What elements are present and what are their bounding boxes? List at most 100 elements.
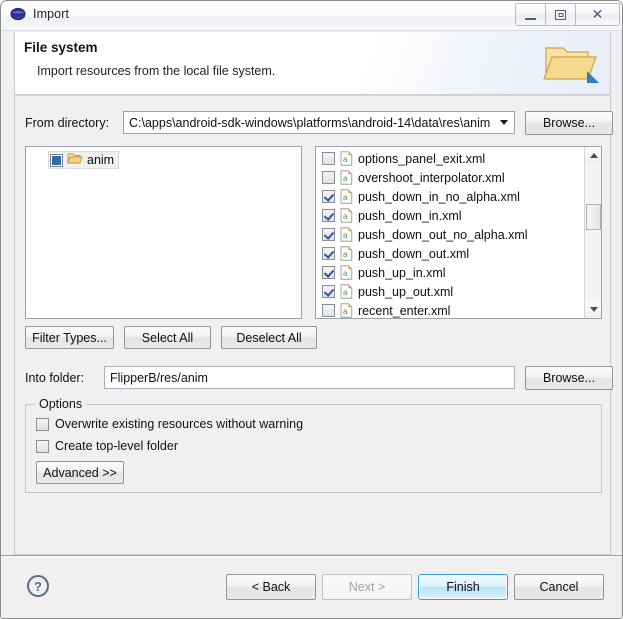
close-icon: ✕: [591, 6, 604, 23]
file-list-item[interactable]: a push_down_out_no_alpha.xml: [322, 225, 584, 244]
from-directory-row: From directory: C:\apps\android-sdk-wind…: [25, 111, 613, 135]
into-folder-input[interactable]: FlipperB/res/anim: [104, 366, 515, 389]
file-checkbox[interactable]: [322, 304, 335, 317]
dialog-footer: ? < Back Next > Finish Cancel: [1, 556, 622, 618]
file-list-scrollbar[interactable]: [584, 147, 601, 318]
overwrite-label: Overwrite existing resources without war…: [55, 417, 304, 431]
file-name-label: overshoot_interpolator.xml: [358, 170, 505, 185]
file-list-item[interactable]: a overshoot_interpolator.xml: [322, 168, 584, 187]
scroll-up-button[interactable]: [585, 147, 601, 164]
file-list-item[interactable]: a push_up_out.xml: [322, 282, 584, 301]
browse-directory-button[interactable]: Browse...: [525, 111, 613, 135]
svg-text:a: a: [343, 212, 348, 221]
file-list-item[interactable]: a options_panel_exit.xml: [322, 149, 584, 168]
title-bar: Import ✕: [1, 1, 622, 31]
file-name-label: recent_enter.xml: [358, 303, 451, 318]
create-top-level-label: Create top-level folder: [55, 439, 178, 453]
help-icon[interactable]: ?: [27, 575, 49, 597]
file-list-pane[interactable]: a options_panel_exit.xml a overshoot_interp…: [315, 146, 602, 319]
file-name-label: push_up_out.xml: [358, 284, 454, 299]
file-checkbox[interactable]: [322, 171, 335, 184]
finish-button[interactable]: Finish: [418, 574, 508, 600]
file-name-label: push_down_out_no_alpha.xml: [358, 227, 528, 242]
dialog-body: From directory: C:\apps\android-sdk-wind…: [14, 96, 613, 555]
into-folder-label: Into folder:: [25, 371, 85, 385]
back-button[interactable]: < Back: [226, 574, 316, 600]
selection-buttons-row: Filter Types... Select All Deselect All: [25, 326, 317, 349]
android-xml-icon: a: [340, 227, 353, 242]
tree-item-anim[interactable]: anim: [48, 151, 120, 169]
svg-text:a: a: [343, 193, 348, 202]
file-list[interactable]: a options_panel_exit.xml a overshoot_interp…: [316, 147, 584, 318]
file-name-label: push_down_out.xml: [358, 246, 470, 261]
eclipse-sphere-icon: [10, 6, 26, 22]
open-folder-icon: [541, 36, 601, 88]
file-list-item[interactable]: a push_up_in.xml: [322, 263, 584, 282]
file-checkbox[interactable]: [322, 209, 335, 222]
advanced-button[interactable]: Advanced >>: [36, 461, 124, 484]
scrollbar-thumb[interactable]: [586, 204, 601, 230]
create-top-level-checkbox[interactable]: [36, 439, 49, 453]
svg-text:a: a: [343, 250, 348, 259]
file-checkbox[interactable]: [322, 247, 335, 260]
tree-item-label: anim: [87, 153, 115, 167]
create-top-level-option-row[interactable]: Create top-level folder: [36, 439, 178, 453]
android-xml-icon: a: [340, 303, 353, 318]
svg-text:a: a: [343, 174, 348, 183]
file-name-label: push_up_in.xml: [358, 265, 446, 280]
combo-dropdown-button[interactable]: [494, 120, 514, 125]
file-name-label: push_down_in.xml: [358, 208, 462, 223]
next-button: Next >: [322, 574, 412, 600]
svg-text:a: a: [343, 307, 348, 316]
page-description: Import resources from the local file sys…: [37, 64, 276, 78]
file-list-item[interactable]: a push_down_in_no_alpha.xml: [322, 187, 584, 206]
file-checkbox[interactable]: [322, 152, 335, 165]
svg-text:a: a: [343, 288, 348, 297]
android-xml-icon: a: [340, 284, 353, 299]
close-button[interactable]: ✕: [576, 3, 620, 26]
from-directory-input[interactable]: C:\apps\android-sdk-windows\platforms\an…: [124, 116, 494, 130]
deselect-all-button[interactable]: Deselect All: [221, 326, 317, 349]
page-title: File system: [24, 40, 98, 55]
tree-item-checkbox[interactable]: [50, 153, 63, 167]
window-controls: ✕: [515, 3, 620, 26]
window-title: Import: [33, 7, 70, 21]
svg-text:a: a: [343, 269, 348, 278]
import-dialog: Import ✕ File system Import resources fr…: [0, 0, 623, 619]
select-all-button[interactable]: Select All: [124, 326, 211, 349]
file-checkbox[interactable]: [322, 285, 335, 298]
from-directory-combo[interactable]: C:\apps\android-sdk-windows\platforms\an…: [123, 111, 515, 134]
chevron-down-icon: [500, 120, 508, 125]
browse-into-folder-button[interactable]: Browse...: [525, 366, 613, 390]
maximize-icon: [555, 9, 566, 20]
filter-types-button[interactable]: Filter Types...: [25, 326, 114, 349]
file-list-item[interactable]: a push_down_out.xml: [322, 244, 584, 263]
minimize-button[interactable]: [515, 3, 546, 26]
scroll-down-button[interactable]: [585, 301, 601, 318]
android-xml-icon: a: [340, 208, 353, 223]
file-checkbox[interactable]: [322, 190, 335, 203]
file-checkbox[interactable]: [322, 266, 335, 279]
cancel-button[interactable]: Cancel: [514, 574, 604, 600]
overwrite-option-row[interactable]: Overwrite existing resources without war…: [36, 417, 303, 431]
overwrite-checkbox[interactable]: [36, 417, 49, 431]
file-name-label: push_down_in_no_alpha.xml: [358, 189, 520, 204]
file-checkbox[interactable]: [322, 228, 335, 241]
android-xml-icon: a: [340, 170, 353, 185]
into-folder-row: Into folder: FlipperB/res/anim Browse...: [25, 366, 613, 390]
file-list-item[interactable]: a recent_enter.xml: [322, 301, 584, 318]
options-group-title: Options: [35, 397, 87, 411]
svg-text:a: a: [343, 155, 348, 164]
title-bar-left: Import: [10, 6, 69, 22]
android-xml-icon: a: [340, 189, 353, 204]
scroll-down-icon: [589, 307, 598, 312]
options-group: Options Overwrite existing resources wit…: [25, 397, 602, 493]
from-directory-label: From directory:: [25, 116, 110, 130]
file-list-item[interactable]: a push_down_in.xml: [322, 206, 584, 225]
android-xml-icon: a: [340, 151, 353, 166]
folder-tree-pane[interactable]: anim: [25, 146, 302, 319]
file-name-label: options_panel_exit.xml: [358, 151, 486, 166]
svg-text:a: a: [343, 231, 348, 240]
wizard-header: File system Import resources from the lo…: [14, 32, 611, 95]
maximize-button[interactable]: [546, 3, 576, 26]
